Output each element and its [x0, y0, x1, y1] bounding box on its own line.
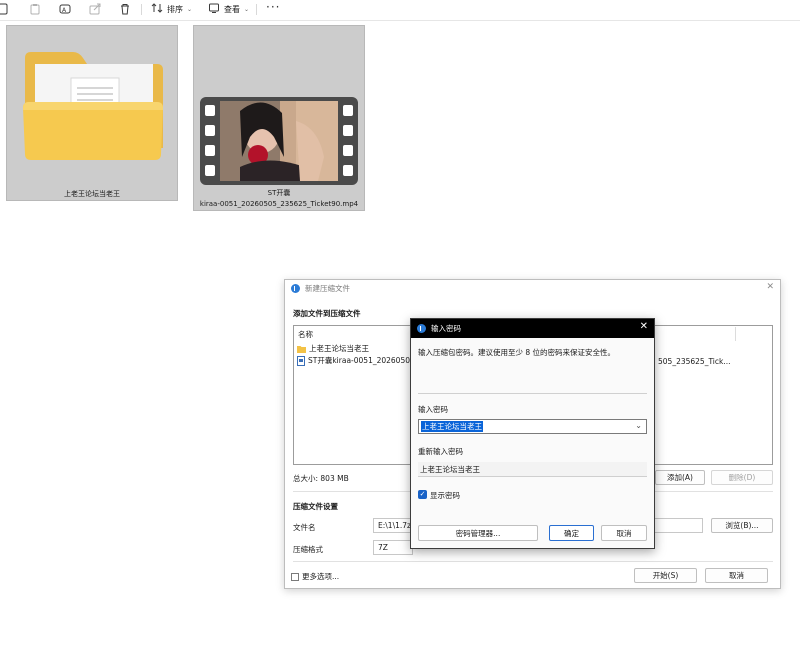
copy-icon[interactable]: [0, 2, 10, 16]
folder-icon: [23, 52, 163, 160]
password-input[interactable]: 上老王论坛当老王 ⌄: [418, 419, 647, 434]
show-password-label: 显示密码: [430, 491, 460, 500]
password-dialog: 输入密码 ✕ 输入压缩包密码。建议使用至少 8 位的密码来保证安全性。 输入密码…: [410, 318, 655, 549]
sort-icon: [151, 2, 163, 16]
password-label: 输入密码: [418, 405, 448, 414]
file-name: 上老王论坛当老王: [64, 190, 120, 198]
explorer-toolbar: A 排序 ⌄ 查看 ⌄ ···: [0, 0, 800, 21]
toolbar-divider: [141, 4, 142, 15]
app-icon: [417, 324, 426, 333]
view-button[interactable]: 查看 ⌄: [208, 1, 249, 17]
add-button[interactable]: 添加(A): [655, 470, 705, 485]
folder-icon: [297, 345, 306, 353]
password-instruction: 输入压缩包密码。建议使用至少 8 位的密码来保证安全性。: [418, 348, 616, 357]
file-name-line1: ST开囊: [267, 189, 291, 197]
filename-label: 文件名: [293, 523, 316, 532]
paste-icon[interactable]: [28, 2, 42, 16]
browse-button[interactable]: 浏览(B)...: [711, 518, 773, 533]
column-divider: [735, 327, 736, 341]
start-button[interactable]: 开始(S): [634, 568, 697, 583]
checkbox[interactable]: [291, 572, 299, 581]
delete-icon[interactable]: [118, 2, 132, 16]
settings-heading: 压缩文件设置: [293, 502, 338, 511]
chevron-down-icon: ⌄: [244, 5, 250, 13]
list-item[interactable]: 上老王论坛当老王: [297, 343, 369, 354]
dialog-title-bar: 新建压缩文件: [285, 280, 780, 296]
divider: [293, 561, 773, 562]
show-password-checkbox[interactable]: ✓: [418, 490, 427, 499]
sort-label: 排序: [167, 4, 183, 14]
file-name-line2: kiraa-0051_20260505_235625_Ticket90.mp4: [199, 200, 359, 208]
list-item-name: ST开囊kiraa-0051_20260505_: [308, 356, 419, 365]
toolbar-divider: [256, 4, 257, 15]
video-file-icon: [297, 355, 305, 366]
password-dialog-title-bar: 输入密码: [411, 319, 654, 338]
reenter-value: 上老王论坛当老王: [420, 464, 480, 474]
file-tile-folder[interactable]: 上老王论坛当老王: [6, 25, 178, 201]
password-value: 上老王论坛当老王: [421, 421, 483, 432]
ok-button[interactable]: 确定: [549, 525, 594, 541]
reenter-password-input[interactable]: 上老王论坛当老王: [418, 462, 647, 477]
share-icon[interactable]: [88, 2, 102, 16]
dialog-title: 新建压缩文件: [305, 283, 350, 293]
divider: [418, 393, 647, 394]
chevron-down-icon[interactable]: ⌄: [635, 421, 642, 430]
more-options-icon[interactable]: ···: [266, 0, 280, 14]
format-label: 压缩格式: [293, 545, 323, 554]
format-select[interactable]: 7Z: [373, 540, 413, 555]
close-icon[interactable]: ✕: [640, 321, 648, 332]
reenter-label: 重新输入密码: [418, 447, 463, 456]
chevron-down-icon: ⌄: [187, 5, 193, 13]
delete-button[interactable]: 删除(D): [711, 470, 773, 485]
column-header-name[interactable]: 名称: [298, 329, 313, 340]
more-options-toggle[interactable]: 更多选项...: [291, 571, 339, 582]
add-files-heading: 添加文件到压缩文件: [293, 309, 361, 318]
cancel-button[interactable]: 取消: [705, 568, 768, 583]
app-icon: [291, 283, 300, 293]
list-item-name: 上老王论坛当老王: [309, 344, 369, 353]
file-tile-video[interactable]: ST开囊 kiraa-0051_20260505_235625_Ticket90…: [193, 25, 365, 211]
sort-button[interactable]: 排序 ⌄: [151, 1, 192, 17]
password-manager-button[interactable]: 密码管理器...: [418, 525, 538, 541]
video-thumbnail-icon: [200, 97, 358, 185]
total-size: 总大小: 803 MB: [293, 474, 349, 483]
cancel-button[interactable]: 取消: [601, 525, 647, 541]
list-item[interactable]: ST开囊kiraa-0051_20260505_: [297, 355, 419, 366]
list-item-name-tail: 505_235625_Tick...: [658, 357, 731, 366]
password-dialog-title: 输入密码: [431, 324, 461, 333]
view-icon: [208, 2, 220, 16]
more-options-label: 更多选项...: [302, 572, 340, 581]
view-label: 查看: [224, 4, 240, 14]
close-icon[interactable]: ✕: [766, 282, 774, 292]
rename-icon[interactable]: A: [58, 2, 72, 16]
